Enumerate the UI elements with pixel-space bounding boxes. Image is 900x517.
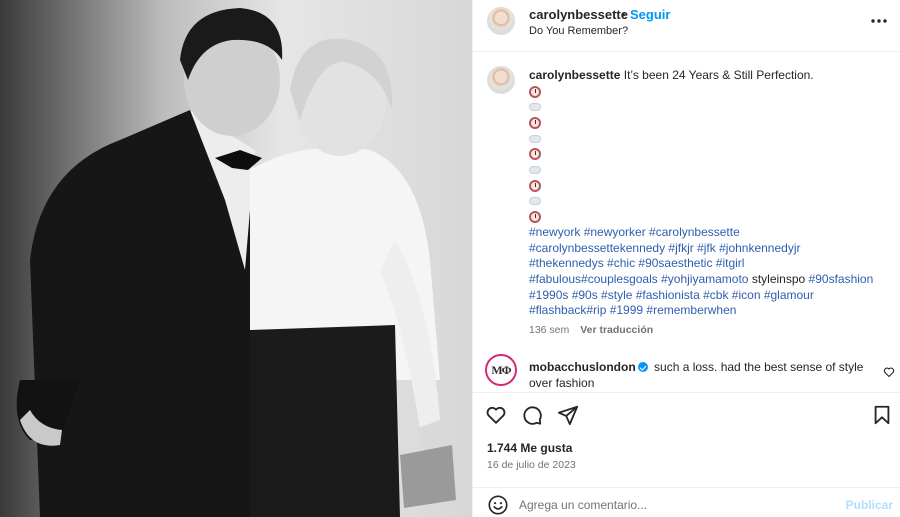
- emoji-icon[interactable]: [487, 494, 509, 516]
- post-header: carolynbessette • Seguir Do You Remember…: [473, 0, 900, 52]
- comment-like-heart-icon[interactable]: [883, 366, 895, 378]
- hashtag[interactable]: #90sfashion: [809, 272, 874, 286]
- time-ago[interactable]: 136 sem: [529, 324, 569, 336]
- add-comment-bar: Publicar: [473, 487, 900, 517]
- bookmark-icon[interactable]: [871, 404, 893, 426]
- post-subtitle[interactable]: Do You Remember?: [529, 25, 628, 37]
- comment-icon[interactable]: [521, 404, 543, 426]
- see-translation-button[interactable]: Ver traducción: [580, 324, 653, 336]
- hashtag-line[interactable]: #flashback#rip #1999 #rememberwhen: [529, 303, 736, 317]
- photo-illustration: [0, 0, 472, 517]
- post-actions: 1.744 Me gusta 16 de julio de 2023: [473, 392, 900, 486]
- post-side-panel: carolynbessette • Seguir Do You Remember…: [472, 0, 900, 517]
- caption-text-block: carolynbessette It’s been 24 Years & Sti…: [529, 68, 889, 319]
- commenter-avatar[interactable]: MΦ: [485, 354, 517, 386]
- hashtag-line[interactable]: #thekennedys #chic #90saesthetic #itgirl: [529, 256, 744, 270]
- post-photo[interactable]: [0, 0, 472, 517]
- separator-dot: •: [621, 7, 626, 22]
- publish-button[interactable]: Publicar: [846, 498, 893, 512]
- caption-text: It’s been 24 Years & Still Perfection.: [623, 68, 814, 82]
- cloud-emoji-icon: [529, 103, 541, 112]
- hashtag-line[interactable]: #1990s #90s #style #fashionista #cbk #ic…: [529, 288, 814, 302]
- clock-emoji-icon: [529, 116, 541, 129]
- post-date[interactable]: 16 de julio de 2023: [487, 459, 576, 471]
- cloud-emoji-icon: [529, 134, 541, 143]
- clock-emoji-icon: [529, 211, 541, 224]
- author-avatar[interactable]: [487, 7, 515, 35]
- caption-meta: 136 sem Ver traducción: [529, 324, 653, 336]
- clock-emoji-icon: [529, 85, 541, 98]
- more-horizontal-icon[interactable]: [869, 14, 889, 28]
- comment-input[interactable]: [519, 494, 839, 516]
- caption-avatar[interactable]: [487, 66, 515, 94]
- share-icon[interactable]: [557, 404, 579, 426]
- cloud-emoji-icon: [529, 197, 541, 206]
- commenter-avatar-logo: MΦ: [491, 362, 511, 377]
- likes-count[interactable]: 1.744 Me gusta: [487, 441, 572, 455]
- caption-username[interactable]: carolynbessette: [529, 68, 620, 82]
- comment-item: MΦ mobacchuslondon such a loss. had the …: [473, 352, 900, 392]
- follow-button[interactable]: Seguir: [630, 7, 670, 22]
- verified-badge-icon: [637, 362, 648, 372]
- hashtag-block: #newyork #newyorker #carolynbessette #ca…: [529, 225, 889, 319]
- hashtag-line[interactable]: #newyork #newyorker #carolynbessette: [529, 225, 740, 239]
- post-caption: carolynbessette It’s been 24 Years & Sti…: [473, 52, 900, 344]
- clock-emoji-icon: [529, 148, 541, 161]
- cloud-emoji-icon: [529, 165, 541, 174]
- heart-icon[interactable]: [485, 404, 507, 426]
- hashtag-line[interactable]: #carolynbessettekennedy #jfkjr #jfk #joh…: [529, 241, 801, 255]
- author-username[interactable]: carolynbessette: [529, 7, 628, 22]
- plain-word: styleinspo: [751, 272, 806, 286]
- hashtag-line[interactable]: #fabulous#couplesgoals #yohjiyamamoto: [529, 272, 748, 286]
- clock-emoji-icon: [529, 179, 541, 192]
- comment-text-block: mobacchuslondon such a loss. had the bes…: [529, 359, 869, 391]
- commenter-username[interactable]: mobacchuslondon: [529, 360, 636, 374]
